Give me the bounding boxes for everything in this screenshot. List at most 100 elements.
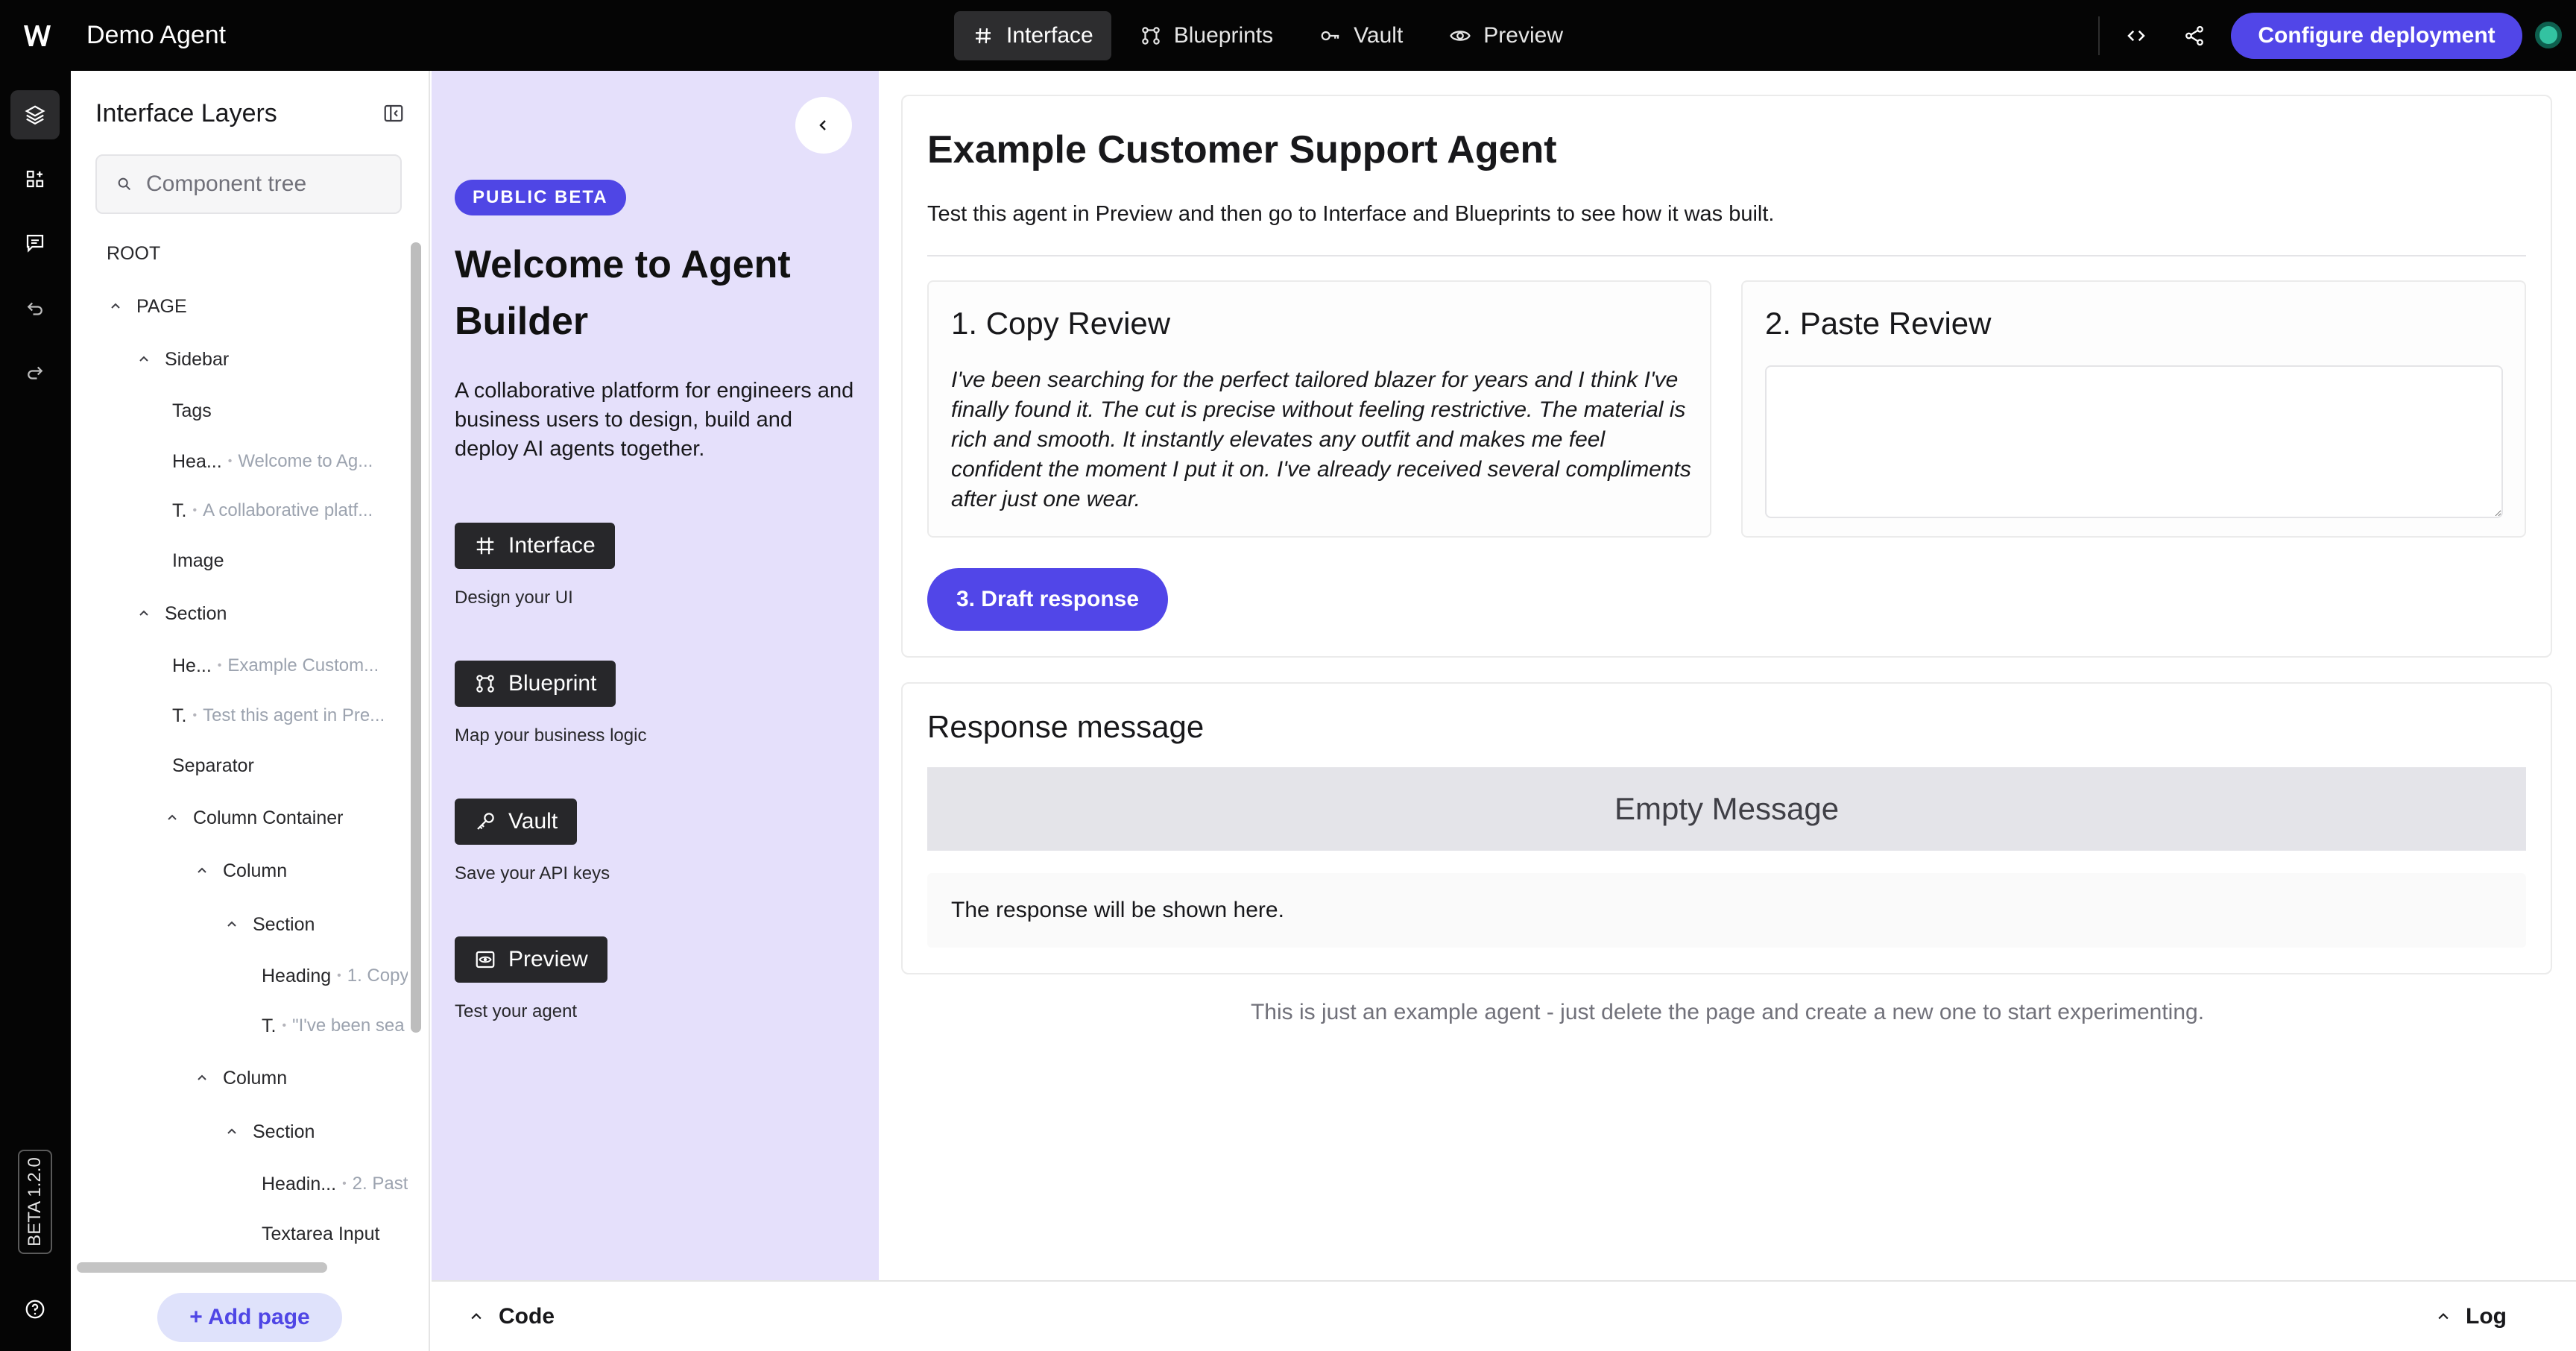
tree-node-preview: 2. Past: [352, 1174, 408, 1194]
tree-node-preview: Example Custom...: [227, 655, 379, 676]
chevron-up-icon: [2438, 1313, 2449, 1320]
tree-node-section[interactable]: Section: [223, 1113, 315, 1150]
vault-feature-button[interactable]: Vault: [455, 799, 578, 845]
tree-node-separator[interactable]: Separator: [172, 747, 254, 784]
main-canvas: Example Customer Support Agent Test this…: [879, 71, 2576, 1280]
component-tree-search[interactable]: [95, 154, 402, 214]
preview-feature-button[interactable]: Preview: [455, 936, 607, 983]
tab-vault[interactable]: Vault: [1301, 11, 1421, 60]
key-icon: [477, 813, 494, 830]
chevron-up-icon[interactable]: [223, 916, 241, 933]
tree-node-label: He...: [172, 655, 212, 676]
review-text: I've been searching for the perfect tail…: [951, 368, 1691, 511]
tree-node-section[interactable]: Section: [223, 906, 315, 943]
draft-response-button[interactable]: 3. Draft response: [927, 568, 1168, 631]
left-rail: BETA 1.2.0: [0, 71, 71, 1351]
tree-node-label: Heading: [262, 965, 332, 986]
tree-node-sidebar[interactable]: Sidebar: [135, 341, 229, 378]
tree-node-label: Column: [223, 1067, 288, 1089]
add-page-button[interactable]: + Add page: [157, 1293, 342, 1342]
vertical-scrollbar[interactable]: [411, 242, 421, 1033]
plus-icon: +: [189, 1305, 209, 1329]
copy-review-heading: 1. Copy Review: [951, 306, 1171, 341]
tree-node-heading[interactable]: Heading • 1. Copy: [262, 957, 408, 995]
tree-node-heading[interactable]: He... • Example Custom...: [172, 647, 379, 684]
blueprint-icon: [1141, 27, 1160, 45]
tab-label: Interface: [1006, 23, 1093, 48]
blueprint-feature-button[interactable]: Blueprint: [455, 661, 616, 707]
feature-caption: Test your agent: [455, 1001, 578, 1021]
app-logo[interactable]: [22, 22, 52, 49]
tree-node-text[interactable]: T. • "I've been sea: [262, 1007, 405, 1045]
redo-button[interactable]: [10, 348, 60, 397]
collapse-sidebar-button[interactable]: [795, 97, 852, 154]
tree-node-heading[interactable]: Hea... • Welcome to Ag...: [172, 443, 373, 480]
search-input[interactable]: [145, 171, 383, 198]
chevron-left-icon: [819, 120, 826, 130]
collapse-panel-icon[interactable]: [382, 102, 405, 125]
tree-node-tags[interactable]: Tags: [172, 392, 212, 429]
tree-node-column-container[interactable]: Column Container: [163, 799, 344, 837]
rail-comments-button[interactable]: [10, 218, 60, 268]
agent-card: Example Customer Support Agent Test this…: [901, 95, 2552, 658]
chevron-up-icon[interactable]: [223, 1123, 241, 1141]
tree-node-section[interactable]: Section: [135, 595, 227, 632]
tree-node-label: Section: [165, 602, 227, 624]
tab-blueprints[interactable]: Blueprints: [1122, 11, 1291, 60]
chevron-up-icon[interactable]: [107, 297, 124, 315]
separator: [927, 255, 2526, 256]
tree-node-label: Headin...: [262, 1173, 337, 1194]
code-panel-toggle[interactable]: Code: [469, 1304, 555, 1329]
public-beta-badge: PUBLIC BETA: [455, 180, 626, 215]
welcome-sidebar: PUBLIC BETA Welcome to Agent Builder A c…: [432, 71, 879, 1280]
horizontal-scrollbar[interactable]: [77, 1262, 327, 1273]
configure-deployment-button[interactable]: Configure deployment: [2231, 13, 2522, 59]
component-tree: ROOT PAGE Sidebar Tags Hea... • Welcome to…: [71, 235, 408, 1256]
interface-feature-button[interactable]: Interface: [455, 523, 615, 569]
share-button[interactable]: [2179, 21, 2209, 51]
tree-node-page[interactable]: PAGE: [107, 288, 187, 325]
tree-node-label: Image: [172, 549, 224, 571]
log-panel-toggle[interactable]: Log: [2436, 1304, 2507, 1329]
tree-node-label: ROOT: [107, 242, 161, 264]
eye-icon: [1450, 31, 1471, 41]
interface-layers-panel: Interface Layers ROOT PAGE Sidebar Tags …: [71, 71, 430, 1351]
tree-node-column[interactable]: Column: [193, 1059, 287, 1097]
search-icon: [118, 177, 131, 191]
tree-node-column[interactable]: Column: [193, 852, 287, 889]
tab-preview[interactable]: Preview: [1431, 11, 1581, 60]
rail-layers-button[interactable]: [10, 90, 60, 139]
chevron-up-icon[interactable]: [163, 809, 181, 827]
app-title: Demo Agent: [86, 21, 227, 49]
tree-node-label: T.: [262, 1015, 277, 1036]
code-label: Code: [499, 1304, 555, 1329]
feature-label: Interface: [508, 533, 596, 558]
undo-button[interactable]: [10, 284, 60, 333]
log-label: Log: [2466, 1304, 2507, 1329]
tree-node-text[interactable]: T. • Test this agent in Pre...: [172, 697, 385, 734]
help-icon: [25, 1300, 45, 1319]
help-button[interactable]: [10, 1285, 60, 1334]
tree-node-image[interactable]: Image: [172, 542, 224, 579]
undo-icon: [27, 302, 42, 315]
tree-node-textarea-input[interactable]: Textarea Input: [262, 1215, 379, 1253]
tree-node-text[interactable]: T. • A collaborative platf...: [172, 492, 373, 529]
paste-review-heading: 2. Paste Review: [1765, 306, 1992, 341]
footnote: This is just an example agent - just del…: [1250, 1000, 2205, 1024]
chevron-up-icon[interactable]: [135, 605, 153, 623]
rail-components-button[interactable]: [10, 154, 60, 204]
tree-node-preview: A collaborative platf...: [203, 500, 373, 520]
key-icon: [1321, 31, 1339, 41]
chevron-up-icon[interactable]: [135, 350, 153, 368]
tree-node-label: Column: [223, 860, 288, 881]
code-view-button[interactable]: [2121, 21, 2151, 51]
tree-node-preview: Test this agent in Pre...: [203, 705, 385, 725]
welcome-heading: Welcome to Agent Builder: [455, 243, 791, 343]
tree-node-heading[interactable]: Headin... • 2. Past: [262, 1165, 408, 1203]
toolbar-divider: [2098, 16, 2100, 55]
chevron-up-icon[interactable]: [193, 1069, 211, 1087]
chevron-up-icon[interactable]: [193, 862, 211, 880]
tree-node-root[interactable]: ROOT: [107, 235, 160, 272]
paste-review-textarea[interactable]: [1765, 365, 2503, 518]
tab-interface[interactable]: Interface: [954, 11, 1111, 60]
